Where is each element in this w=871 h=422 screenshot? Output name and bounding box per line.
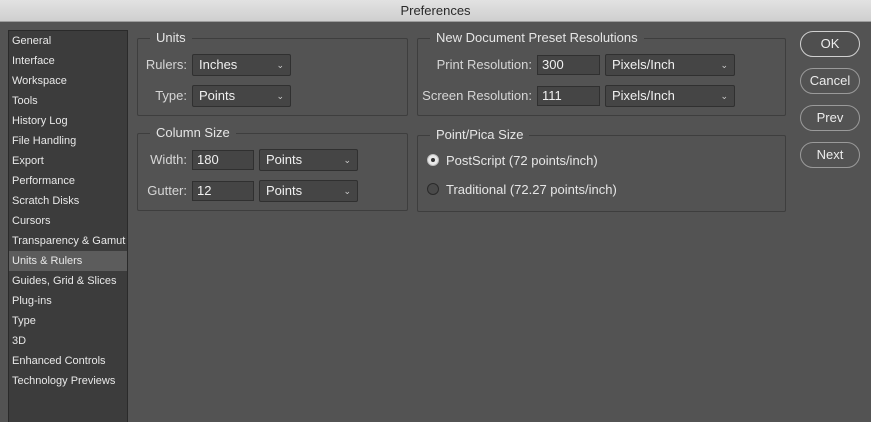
- traditional-radio-label: Traditional (72.27 points/inch): [446, 182, 617, 197]
- sidebar-item-plug-ins[interactable]: Plug-ins: [9, 291, 127, 311]
- traditional-radio-option[interactable]: Traditional (72.27 points/inch): [427, 180, 677, 200]
- sidebar-item-units-rulers[interactable]: Units & Rulers: [9, 251, 127, 271]
- point-pica-group: Point/Pica Size: [417, 127, 786, 212]
- sidebar-item-tools[interactable]: Tools: [9, 91, 127, 111]
- sidebar-item-general[interactable]: General: [9, 31, 127, 51]
- column-width-unit-select[interactable]: Points ⌄: [259, 149, 358, 171]
- cancel-button[interactable]: Cancel: [800, 68, 860, 94]
- traditional-radio[interactable]: [427, 183, 439, 195]
- column-width-field[interactable]: 180: [192, 150, 254, 170]
- chevron-down-icon: ⌄: [343, 186, 351, 196]
- type-label: Type:: [155, 88, 187, 103]
- gutter-field[interactable]: 12: [192, 181, 254, 201]
- print-resolution-field[interactable]: 300: [537, 55, 600, 75]
- sidebar-item-file-handling[interactable]: File Handling: [9, 131, 127, 151]
- chevron-down-icon: ⌄: [276, 60, 284, 70]
- sidebar-item-interface[interactable]: Interface: [9, 51, 127, 71]
- sidebar-item-cursors[interactable]: Cursors: [9, 211, 127, 231]
- next-button[interactable]: Next: [800, 142, 860, 168]
- chevron-down-icon: ⌄: [720, 60, 728, 70]
- gutter-unit-select[interactable]: Points ⌄: [259, 180, 358, 202]
- postscript-radio[interactable]: [427, 154, 439, 166]
- chevron-down-icon: ⌄: [343, 155, 351, 165]
- width-label: Width:: [150, 152, 187, 167]
- sidebar-item-scratch-disks[interactable]: Scratch Disks: [9, 191, 127, 211]
- sidebar-item-workspace[interactable]: Workspace: [9, 71, 127, 91]
- print-resolution-unit-select[interactable]: Pixels/Inch ⌄: [605, 54, 735, 76]
- sidebar-item-transparency-gamut[interactable]: Transparency & Gamut: [9, 231, 127, 251]
- type-units-select-value: Points: [199, 88, 236, 103]
- sidebar-item-type[interactable]: Type: [9, 311, 127, 331]
- rulers-select-value: Inches: [199, 57, 238, 72]
- column-width-unit-value: Points: [266, 152, 303, 167]
- postscript-radio-option[interactable]: PostScript (72 points/inch): [427, 151, 677, 171]
- preset-resolutions-group-title: New Document Preset Resolutions: [430, 30, 644, 46]
- print-resolution-label: Print Resolution:: [436, 57, 532, 72]
- units-group-title: Units: [150, 30, 192, 46]
- sidebar-item-history-log[interactable]: History Log: [9, 111, 127, 131]
- chevron-down-icon: ⌄: [276, 91, 284, 101]
- chevron-down-icon: ⌄: [720, 91, 728, 101]
- prev-button[interactable]: Prev: [800, 105, 860, 131]
- column-size-group-title: Column Size: [150, 125, 236, 141]
- screen-resolution-label: Screen Resolution:: [422, 88, 532, 103]
- screen-resolution-unit-select[interactable]: Pixels/Inch ⌄: [605, 85, 735, 107]
- preferences-sidebar: General Interface Workspace Tools Histor…: [8, 30, 128, 422]
- type-units-select[interactable]: Points ⌄: [192, 85, 291, 107]
- screen-resolution-unit-value: Pixels/Inch: [612, 88, 675, 103]
- ok-button[interactable]: OK: [800, 31, 860, 57]
- point-pica-group-title: Point/Pica Size: [430, 127, 530, 143]
- postscript-radio-label: PostScript (72 points/inch): [446, 153, 598, 168]
- screen-resolution-field[interactable]: 111: [537, 86, 600, 106]
- sidebar-item-enhanced-controls[interactable]: Enhanced Controls: [9, 351, 127, 371]
- rulers-select[interactable]: Inches ⌄: [192, 54, 291, 76]
- sidebar-item-export[interactable]: Export: [9, 151, 127, 171]
- window-title: Preferences: [0, 0, 871, 22]
- sidebar-item-3d[interactable]: 3D: [9, 331, 127, 351]
- sidebar-item-performance[interactable]: Performance: [9, 171, 127, 191]
- gutter-label: Gutter:: [147, 183, 187, 198]
- rulers-label: Rulers:: [145, 57, 187, 72]
- print-resolution-unit-value: Pixels/Inch: [612, 57, 675, 72]
- sidebar-item-guides-grid-slices[interactable]: Guides, Grid & Slices: [9, 271, 127, 291]
- gutter-unit-value: Points: [266, 183, 303, 198]
- sidebar-item-technology-previews[interactable]: Technology Previews: [9, 371, 127, 391]
